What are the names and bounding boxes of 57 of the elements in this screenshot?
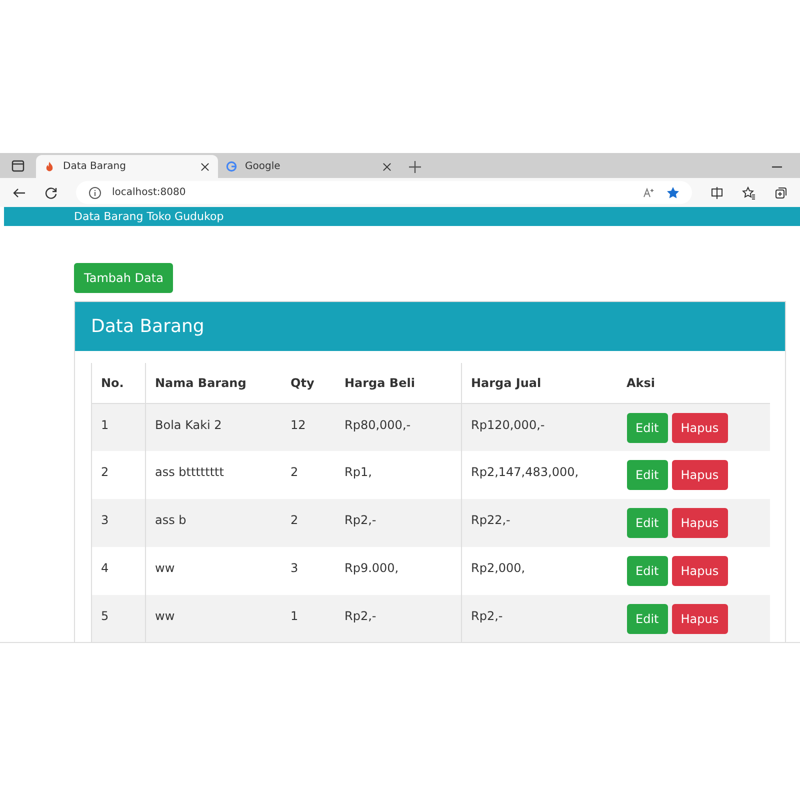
- card-title: Data Barang: [75, 302, 785, 351]
- table-cell: Rp2,147,483,000,: [462, 451, 618, 499]
- table-cell: ass b: [146, 499, 282, 547]
- table-cell: Rp2,-: [336, 595, 462, 642]
- table-cell: ww: [146, 547, 282, 595]
- edit-button[interactable]: Edit: [626, 556, 668, 586]
- edit-button[interactable]: Edit: [626, 460, 668, 490]
- edit-button[interactable]: Edit: [626, 412, 668, 442]
- table-cell: 5: [92, 595, 146, 642]
- split-screen-icon[interactable]: [710, 186, 724, 200]
- table-cell: Rp2,-: [336, 499, 462, 547]
- read-aloud-icon[interactable]: [642, 186, 656, 200]
- column-header: Harga Jual: [462, 363, 618, 403]
- add-data-button[interactable]: Tambah Data: [74, 263, 174, 293]
- table-cell: 3: [282, 547, 336, 595]
- column-header: Harga Beli: [336, 363, 462, 403]
- reload-icon[interactable]: [44, 186, 58, 200]
- column-header: Nama Barang: [146, 363, 282, 403]
- table-cell: 3: [92, 499, 146, 547]
- table-cell: 12: [282, 403, 336, 451]
- table-cell: ww: [146, 595, 282, 642]
- delete-button[interactable]: Hapus: [672, 460, 728, 490]
- url-text: localhost:8080: [112, 186, 187, 200]
- back-icon[interactable]: [12, 186, 26, 200]
- collections-icon[interactable]: [774, 186, 788, 200]
- delete-button[interactable]: Hapus: [672, 508, 728, 538]
- table-cell: 1: [92, 403, 146, 451]
- tab-actions-icon[interactable]: [11, 158, 25, 172]
- column-header: Qty: [282, 363, 336, 403]
- close-icon[interactable]: [382, 162, 392, 172]
- delete-button[interactable]: Hapus: [672, 412, 728, 442]
- delete-button[interactable]: Hapus: [672, 604, 728, 634]
- edit-button[interactable]: Edit: [626, 508, 668, 538]
- table-cell: ass btttttttt: [146, 451, 282, 499]
- flame-icon: [44, 161, 55, 172]
- new-tab-icon[interactable]: [408, 160, 422, 174]
- table-cell: Rp80,000,-: [336, 403, 462, 451]
- edit-button[interactable]: Edit: [626, 604, 668, 634]
- favorites-icon[interactable]: [742, 186, 756, 200]
- info-icon[interactable]: [88, 186, 102, 200]
- browser-tab[interactable]: Google: [218, 155, 400, 178]
- browser-tab[interactable]: Data Barang: [36, 155, 218, 178]
- table-cell: Rp2,-: [462, 595, 618, 642]
- table-cell: Bola Kaki 2: [146, 403, 282, 451]
- delete-button[interactable]: Hapus: [672, 556, 728, 586]
- navbar-title: Data Barang Toko Gudukop: [4, 207, 800, 226]
- table-cell: 1: [282, 595, 336, 642]
- column-header: Aksi: [618, 363, 770, 403]
- star-icon[interactable]: [666, 186, 680, 200]
- table-cell: Rp22,-: [462, 499, 618, 547]
- table-cell: Rp2,000,: [462, 547, 618, 595]
- table-cell: Rp120,000,-: [462, 403, 618, 451]
- column-header: No.: [92, 363, 146, 403]
- table-cell: 2: [282, 451, 336, 499]
- address-bar[interactable]: localhost:8080: [76, 181, 692, 204]
- table-cell: 2: [282, 499, 336, 547]
- close-icon[interactable]: [200, 162, 210, 172]
